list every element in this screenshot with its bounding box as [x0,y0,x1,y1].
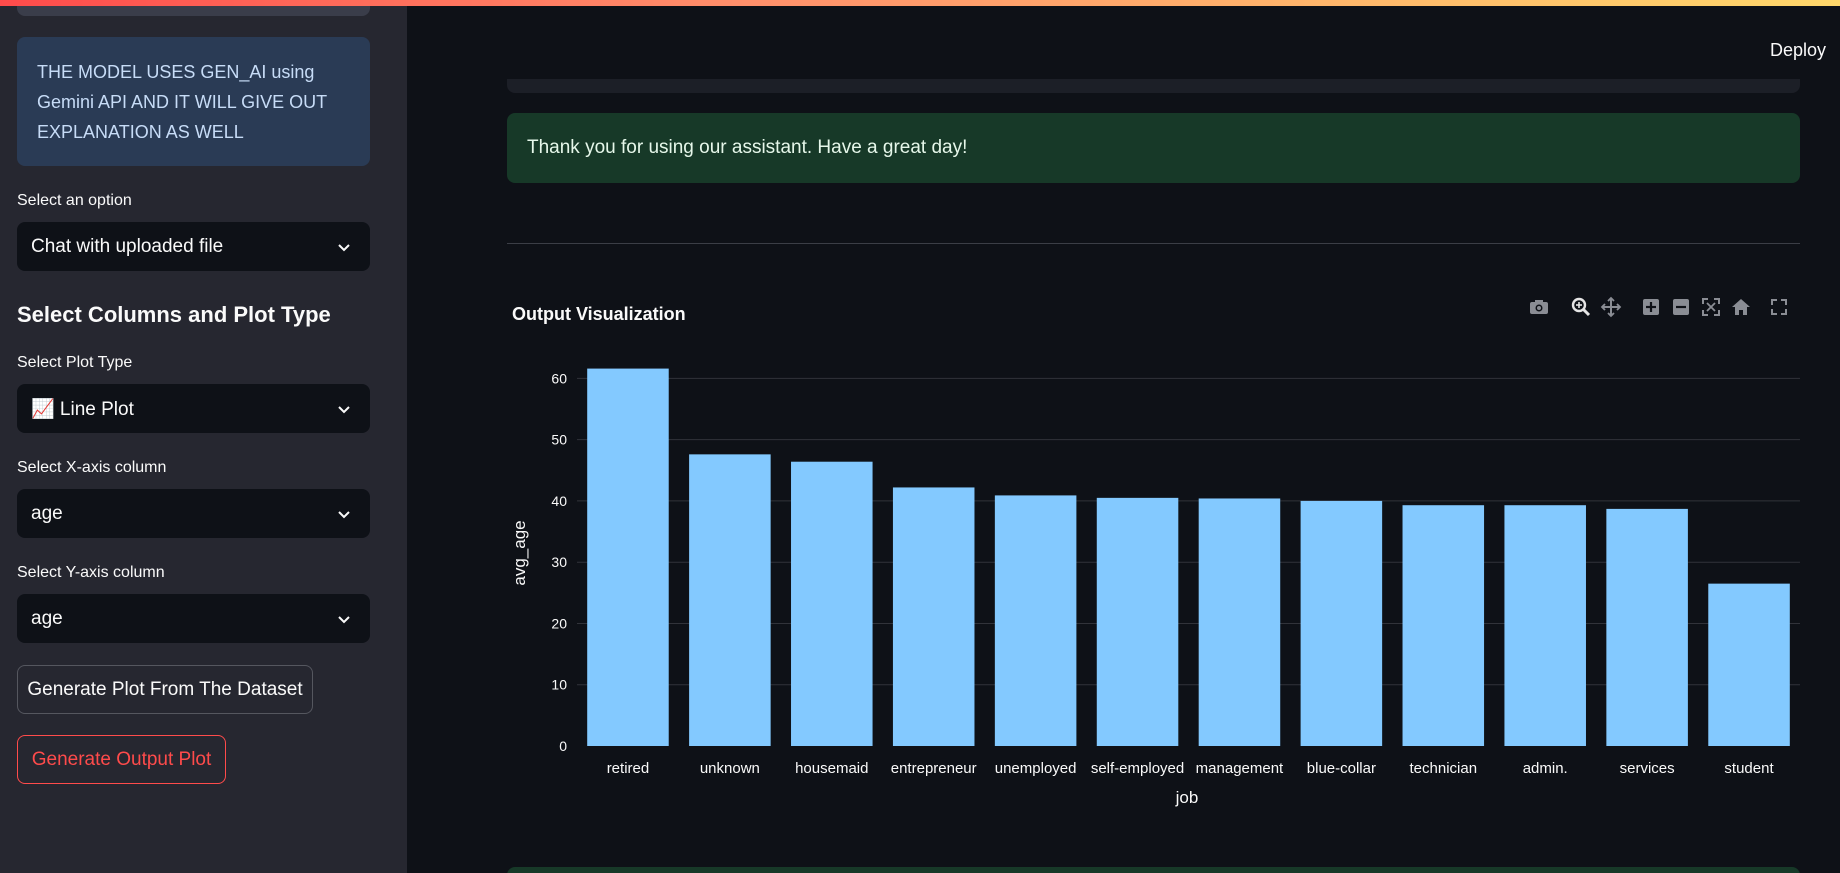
chevron-down-icon [338,405,350,413]
x-tick-label: management [1196,760,1284,777]
sidebar: THE MODEL USES GEN_AI using Gemini API A… [0,0,407,873]
chart-modebar [1528,296,1788,320]
y-axis-select-value: age [31,607,63,629]
x-tick-label: self-employed [1091,760,1184,777]
y-tick-label: 10 [551,677,567,693]
y-tick-label: 60 [551,370,567,386]
zoom-icon[interactable] [1570,296,1592,318]
y-tick-label: 50 [551,432,567,448]
option-select[interactable]: Chat with uploaded file [17,222,370,271]
x-tick-label: student [1724,760,1774,777]
info-text: THE MODEL USES GEN_AI using Gemini API A… [37,62,327,142]
y-tick-label: 30 [551,554,567,570]
pan-icon[interactable] [1600,296,1622,318]
success-message-bottom [507,867,1800,873]
plot-type-label: Select Plot Type [17,354,133,371]
x-tick-label: admin. [1523,760,1568,777]
option-label: Select an option [17,192,132,209]
x-tick-label: housemaid [795,760,868,777]
x-axis-select-value: age [31,502,63,524]
x-tick-label: blue-collar [1307,760,1376,777]
chevron-down-icon [338,510,350,518]
bar-retired[interactable] [587,368,669,746]
section-heading: Select Columns and Plot Type [17,302,331,327]
fullscreen-icon[interactable] [1768,296,1790,318]
bar-housemaid[interactable] [791,461,873,746]
bar-unemployed[interactable] [994,495,1077,746]
camera-icon[interactable] [1528,296,1550,318]
option-select-value: Chat with uploaded file [31,235,224,257]
bar-entrepreneur[interactable] [892,487,975,746]
zoom-in-icon[interactable] [1640,296,1662,318]
bar-chart: 0 10 20 30 40 50 60 retired unknown housemaid entr… [510,368,1800,807]
generate-plot-button[interactable]: Generate Plot From The Dataset [17,665,313,714]
y-tick-label: 0 [559,738,567,754]
zoom-out-icon[interactable] [1670,296,1692,318]
previous-message-box [507,79,1800,93]
x-tick-label: unemployed [995,760,1077,777]
divider [507,243,1800,244]
x-axis-title: job [1175,788,1199,807]
bar-services[interactable] [1606,508,1688,746]
chevron-down-icon [338,243,350,251]
y-tick-label: 20 [551,615,567,631]
y-tick-label: 40 [551,493,567,509]
bar-admin.[interactable] [1504,505,1586,746]
bar-student[interactable] [1708,583,1790,746]
generate-output-plot-button[interactable]: Generate Output Plot [17,735,226,784]
deploy-button[interactable]: Deploy [1770,40,1826,61]
x-axis-select[interactable]: age [17,489,370,538]
bar-unknown[interactable] [689,454,771,746]
info-box: THE MODEL USES GEN_AI using Gemini API A… [17,37,370,166]
success-message-text: Thank you for using our assistant. Have … [527,137,968,158]
y-axis-title: avg_age [510,520,529,585]
autoscale-icon[interactable] [1700,296,1722,318]
x-tick-label: entrepreneur [891,760,977,777]
chart-title: Output Visualization [512,304,686,324]
y-axis-select[interactable]: age [17,594,370,643]
y-axis-label: Select Y-axis column [17,564,165,581]
chevron-down-icon [338,615,350,623]
x-tick-label: unknown [700,760,760,777]
top-progress-bar [0,0,1840,6]
success-message: Thank you for using our assistant. Have … [507,113,1800,183]
x-tick-label: services [1620,760,1675,777]
x-tick-label: retired [607,760,650,777]
bar-self-employed[interactable] [1096,497,1179,746]
bar-management[interactable] [1198,498,1281,746]
bar-technician[interactable] [1402,505,1485,746]
x-tick-label: technician [1410,760,1478,777]
x-axis-label: Select X-axis column [17,459,167,476]
plot-type-select-value: 📈 Line Plot [31,398,134,420]
plot-type-select[interactable]: 📈 Line Plot [17,384,370,433]
bar-blue-collar[interactable] [1300,500,1383,746]
reset-axes-icon[interactable] [1730,296,1752,318]
